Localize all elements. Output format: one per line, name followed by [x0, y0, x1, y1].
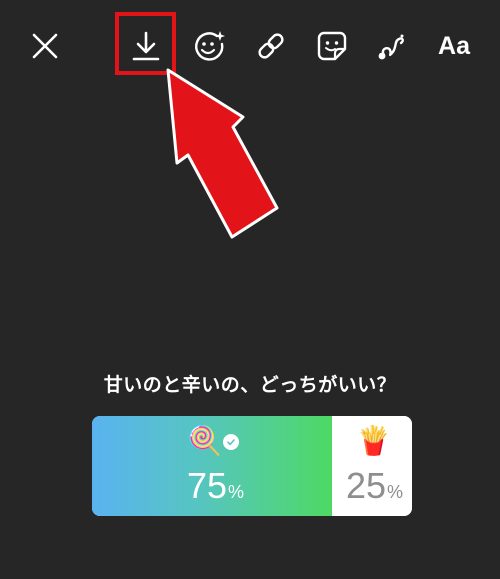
poll-option-sweet-percent: 75%	[187, 466, 244, 512]
draw-icon	[378, 34, 404, 60]
sticker-icon	[317, 31, 347, 61]
link-button[interactable]	[245, 20, 297, 72]
poll-question: 甘いのと辛いの、どっちがいい？	[103, 374, 397, 396]
text-tool-label: Aa	[438, 31, 470, 60]
sticker-button[interactable]	[306, 20, 358, 72]
percent-unit: %	[387, 482, 404, 502]
lollipop-icon: 🍭	[187, 424, 222, 457]
face-effects-button[interactable]	[184, 20, 236, 72]
story-editor-screen: Aa 甘いのと辛いの、どっちがいい？ 🍭 75% 🍟 25%	[0, 0, 500, 579]
draw-button[interactable]	[366, 20, 418, 72]
download-icon	[132, 31, 160, 61]
poll-option-spicy[interactable]: 🍟 25%	[332, 416, 412, 516]
face-effects-icon	[195, 31, 225, 61]
fries-icon: 🍟	[356, 424, 391, 457]
close-button[interactable]	[19, 20, 71, 72]
close-icon	[32, 33, 58, 59]
link-icon	[258, 33, 284, 59]
percent-value: 75	[187, 465, 228, 506]
percent-value: 25	[346, 465, 387, 506]
text-tool-button[interactable]: Aa	[428, 20, 480, 72]
poll-sticker: 🍭 75% 🍟 25%	[92, 416, 412, 516]
download-button[interactable]	[120, 20, 172, 72]
poll-option-sweet[interactable]: 🍭 75%	[92, 416, 332, 516]
poll-option-spicy-percent: 25%	[346, 466, 403, 512]
percent-unit: %	[228, 482, 245, 502]
selected-check-icon	[223, 434, 239, 450]
